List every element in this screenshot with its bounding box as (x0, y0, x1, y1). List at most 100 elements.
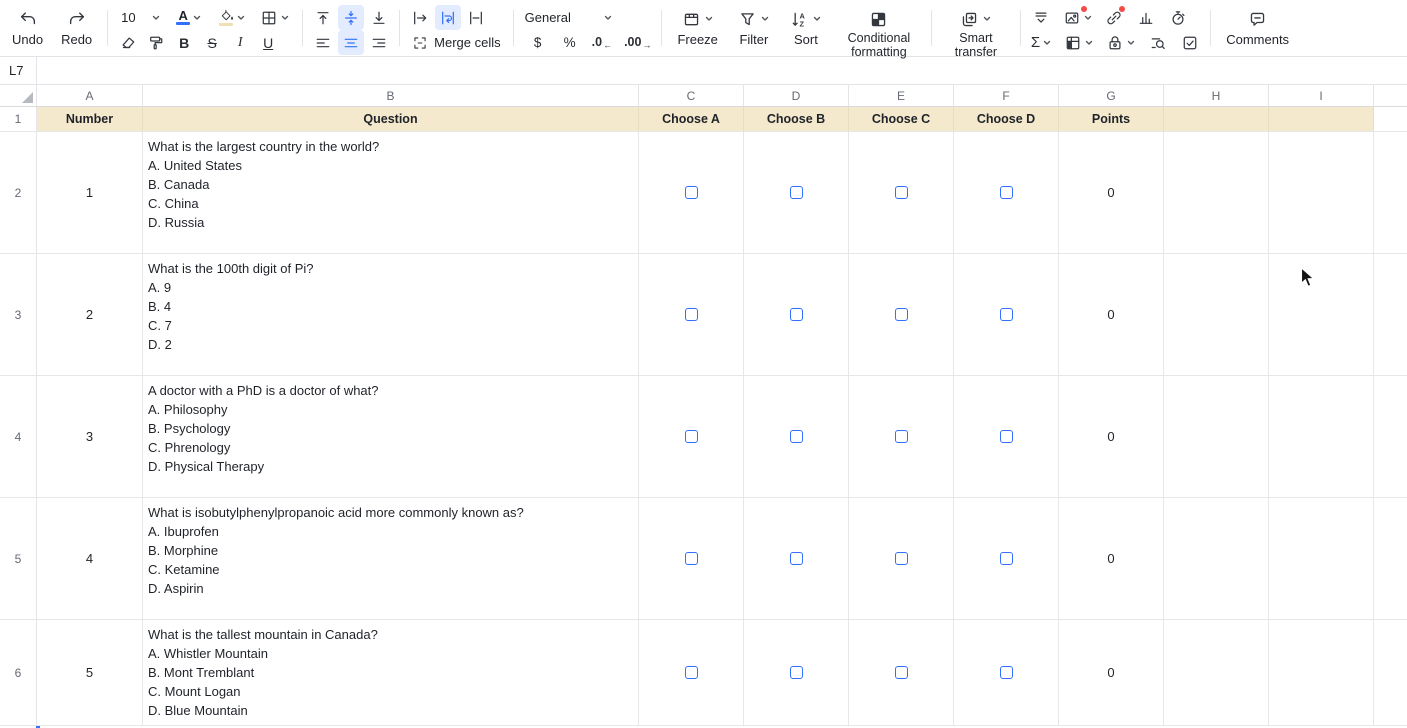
header-cell-empty[interactable] (1164, 107, 1269, 131)
empty-cell[interactable] (1164, 132, 1269, 253)
question-cell[interactable]: What is isobutylphenylpropanoic acid mor… (143, 498, 639, 619)
insert-image-button[interactable] (1060, 5, 1095, 30)
choice-cell[interactable] (639, 620, 744, 725)
empty-cell[interactable] (1269, 376, 1374, 497)
clear-format-button[interactable] (115, 30, 141, 55)
answer-checkbox[interactable] (1000, 186, 1013, 199)
choice-cell[interactable] (954, 498, 1059, 619)
select-all-corner[interactable] (0, 85, 37, 106)
header-cell-empty[interactable] (1269, 107, 1374, 131)
decrease-decimal-button[interactable]: .0← (589, 30, 615, 55)
sort-button[interactable]: AZ Sort (782, 5, 830, 47)
column-header-c[interactable]: C (639, 85, 744, 106)
answer-checkbox[interactable] (895, 308, 908, 321)
vertical-align-top-button[interactable] (310, 5, 336, 30)
cell-reference-box[interactable]: L7 (0, 57, 37, 84)
answer-checkbox[interactable] (685, 430, 698, 443)
question-cell[interactable]: A doctor with a PhD is a doctor of what?… (143, 376, 639, 497)
answer-checkbox[interactable] (1000, 308, 1013, 321)
choice-cell[interactable] (954, 132, 1059, 253)
empty-cell[interactable] (1269, 498, 1374, 619)
timer-button[interactable] (1165, 5, 1191, 30)
collapse-rows-button[interactable] (1028, 5, 1054, 30)
text-overflow-button[interactable] (407, 5, 433, 30)
align-center-button[interactable] (338, 30, 364, 55)
points-cell[interactable]: 0 (1059, 498, 1164, 619)
choice-cell[interactable] (639, 132, 744, 253)
number-format-select[interactable]: General (521, 5, 617, 30)
align-left-button[interactable] (310, 30, 336, 55)
answer-checkbox[interactable] (895, 430, 908, 443)
choice-cell[interactable] (849, 254, 954, 375)
choice-cell[interactable] (639, 376, 744, 497)
choice-cell[interactable] (954, 254, 1059, 375)
header-cell-question[interactable]: Question (143, 107, 639, 131)
answer-checkbox[interactable] (790, 186, 803, 199)
pivot-table-button[interactable] (1061, 30, 1097, 55)
header-cell-choose-b[interactable]: Choose B (744, 107, 849, 131)
borders-button[interactable] (255, 5, 295, 30)
empty-cell[interactable] (1164, 498, 1269, 619)
answer-checkbox[interactable] (895, 552, 908, 565)
column-header-e[interactable]: E (849, 85, 954, 106)
percent-button[interactable]: % (557, 30, 583, 55)
empty-cell[interactable] (1269, 620, 1374, 725)
insert-chart-button[interactable] (1133, 5, 1159, 30)
number-cell[interactable]: 5 (37, 620, 143, 725)
number-cell[interactable]: 3 (37, 376, 143, 497)
redo-button[interactable]: Redo (53, 5, 100, 47)
number-cell[interactable]: 4 (37, 498, 143, 619)
answer-checkbox[interactable] (895, 186, 908, 199)
header-cell-points[interactable]: Points (1059, 107, 1164, 131)
row-header[interactable]: 2 (0, 132, 37, 253)
text-clip-button[interactable] (463, 5, 489, 30)
italic-button[interactable]: I (227, 30, 253, 55)
insert-checkbox-button[interactable] (1177, 30, 1203, 55)
column-header-g[interactable]: G (1059, 85, 1164, 106)
merge-cells-button[interactable]: Merge cells (407, 30, 505, 55)
header-cell-number[interactable]: Number (37, 107, 143, 131)
empty-cell[interactable] (1164, 376, 1269, 497)
number-cell[interactable]: 1 (37, 132, 143, 253)
vertical-align-middle-button[interactable] (338, 5, 364, 30)
choice-cell[interactable] (849, 620, 954, 725)
choice-cell[interactable] (744, 620, 849, 725)
points-cell[interactable]: 0 (1059, 254, 1164, 375)
choice-cell[interactable] (744, 132, 849, 253)
choice-cell[interactable] (849, 132, 954, 253)
find-replace-button[interactable] (1145, 30, 1171, 55)
formula-input[interactable] (37, 57, 1407, 84)
row-header[interactable]: 4 (0, 376, 37, 497)
empty-cell[interactable] (1269, 254, 1374, 375)
column-header-i[interactable]: I (1269, 85, 1374, 106)
choice-cell[interactable] (744, 376, 849, 497)
answer-checkbox[interactable] (790, 552, 803, 565)
number-cell[interactable]: 2 (37, 254, 143, 375)
protect-sheet-button[interactable] (1103, 30, 1139, 55)
answer-checkbox[interactable] (1000, 430, 1013, 443)
align-right-button[interactable] (366, 30, 392, 55)
column-header-a[interactable]: A (37, 85, 143, 106)
choice-cell[interactable] (744, 254, 849, 375)
column-header-h[interactable]: H (1164, 85, 1269, 106)
choice-cell[interactable] (849, 376, 954, 497)
smart-transfer-button[interactable]: Smart transfer (939, 5, 1013, 59)
answer-checkbox[interactable] (685, 552, 698, 565)
empty-cell[interactable] (1164, 620, 1269, 725)
answer-checkbox[interactable] (790, 308, 803, 321)
points-cell[interactable]: 0 (1059, 620, 1164, 725)
font-color-button[interactable]: A (169, 5, 209, 30)
answer-checkbox[interactable] (790, 666, 803, 679)
answer-checkbox[interactable] (685, 308, 698, 321)
choice-cell[interactable] (954, 376, 1059, 497)
points-cell[interactable]: 0 (1059, 376, 1164, 497)
answer-checkbox[interactable] (1000, 552, 1013, 565)
answer-checkbox[interactable] (685, 186, 698, 199)
empty-cell[interactable] (1164, 254, 1269, 375)
column-header-d[interactable]: D (744, 85, 849, 106)
column-header-partial[interactable] (1374, 85, 1407, 106)
row-header[interactable]: 3 (0, 254, 37, 375)
question-cell[interactable]: What is the tallest mountain in Canada?A… (143, 620, 639, 725)
column-header-f[interactable]: F (954, 85, 1059, 106)
text-wrap-button[interactable] (435, 5, 461, 30)
